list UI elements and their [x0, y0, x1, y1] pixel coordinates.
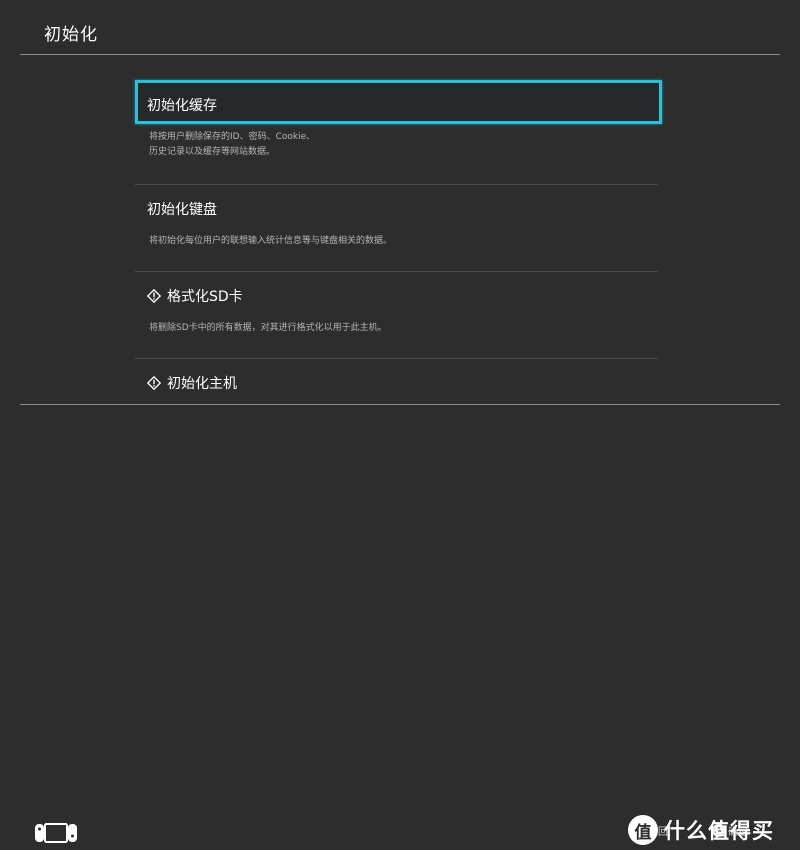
menu-item-desc: 将初始化每位用户的联想输入统计信息等与键盘相关的数据。 [149, 236, 393, 246]
menu-item-title: 初始化缓存 [147, 98, 217, 114]
watermark-text: 什么值得买 [664, 819, 774, 843]
menu-item-title: 初始化主机 [147, 373, 237, 393]
menu-item-clear-cache[interactable]: 初始化缓存 将按用户删除保存的ID、密码、Cookie、 历史记录以及缓存等网站… [135, 80, 663, 180]
warning-icon [147, 289, 161, 303]
settings-menu: 初始化缓存 将按用户删除保存的ID、密码、Cookie、 历史记录以及缓存等网站… [0, 0, 800, 404]
warning-icon [147, 376, 161, 390]
switch-console-icon [35, 823, 77, 843]
menu-item-reset-console[interactable]: 初始化主机 [135, 359, 663, 404]
watermark: 值 什么值得买 [628, 810, 800, 850]
menu-item-title: 初始化键盘 [147, 202, 217, 218]
footer: B 返回 A 确定 值 什么值得买 [0, 405, 800, 845]
menu-item-desc: 将删除SD卡中的所有数据，对其进行格式化以用于此主机。 [149, 323, 387, 333]
watermark-badge: 值 [628, 815, 658, 845]
menu-item-reset-keyboard[interactable]: 初始化键盘 将初始化每位用户的联想输入统计信息等与键盘相关的数据。 [135, 185, 663, 271]
menu-item-format-sd[interactable]: 格式化SD卡 将删除SD卡中的所有数据，对其进行格式化以用于此主机。 [135, 272, 663, 358]
menu-item-title: 格式化SD卡 [147, 286, 243, 306]
menu-item-desc: 将按用户删除保存的ID、密码、Cookie、 历史记录以及缓存等网站数据。 [149, 132, 316, 157]
